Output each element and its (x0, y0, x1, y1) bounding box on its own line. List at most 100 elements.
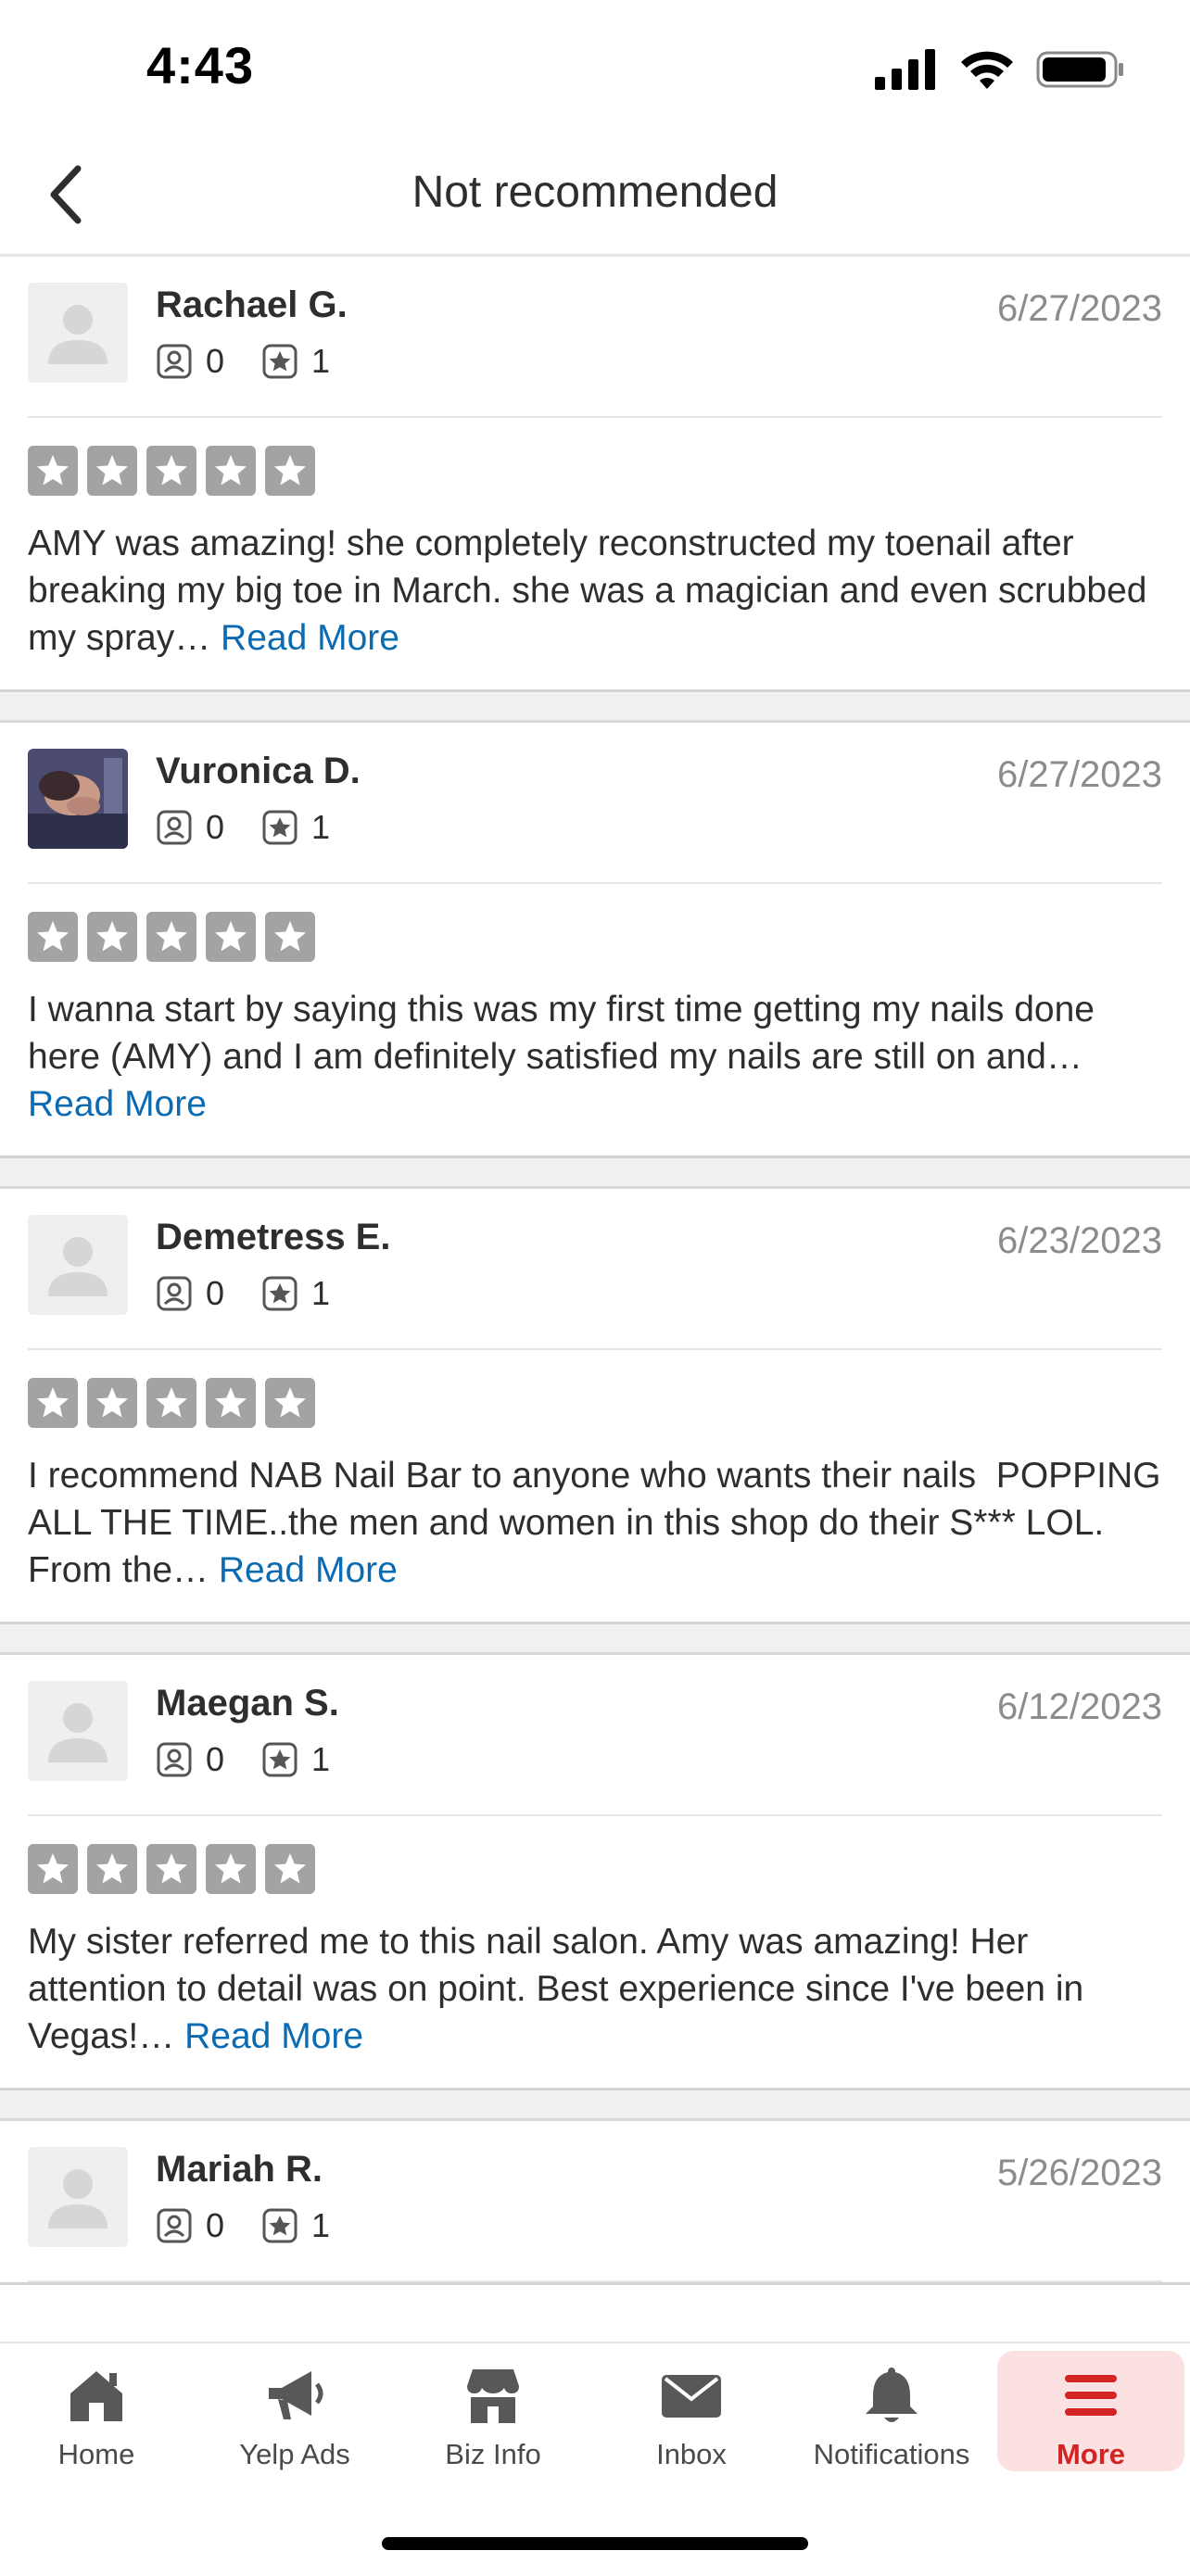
review-card[interactable]: Demetress E. 6/23/2023 0 1 I recommend N… (0, 1189, 1190, 1624)
default-user-icon (48, 1237, 108, 1296)
status-time: 4:43 (146, 36, 255, 95)
star-icon (265, 446, 315, 496)
read-more-link[interactable]: Read More (184, 2016, 363, 2056)
star-icon (28, 1844, 78, 1894)
review-header: Vuronica D. 6/27/2023 0 1 (28, 723, 1162, 884)
review-count: 1 (311, 2206, 331, 2244)
star-rating (28, 1378, 1162, 1428)
tab-label: Inbox (656, 2438, 727, 2470)
review-header: Mariah R. 5/26/2023 0 1 (28, 2121, 1162, 2282)
tab-yelp-ads[interactable]: Yelp Ads (202, 2351, 387, 2471)
review-card[interactable]: Mariah R. 5/26/2023 0 1 (0, 2121, 1190, 2285)
reviewer-stats: 0 1 (156, 1740, 367, 1779)
separator (0, 1624, 1190, 1655)
friend-count: 0 (206, 2206, 225, 2244)
menu-icon (1054, 2362, 1128, 2429)
review-count: 1 (311, 1274, 331, 1312)
read-more-link[interactable]: Read More (219, 1550, 398, 1590)
friends-icon (157, 1276, 192, 1311)
star-icon (206, 446, 256, 496)
review-card[interactable]: Rachael G. 6/27/2023 0 1 AMY was amazing… (0, 257, 1190, 692)
star-icon (87, 446, 137, 496)
battery-icon (1036, 51, 1123, 88)
review-count-icon (262, 344, 298, 379)
review-date: 6/23/2023 (997, 1220, 1162, 1261)
tab-inbox[interactable]: Inbox (599, 2351, 784, 2471)
reviewer-stats: 0 1 (156, 1274, 367, 1313)
review-text: I recommend NAB Nail Bar to anyone who w… (28, 1452, 1162, 1622)
review-list[interactable]: Rachael G. 6/27/2023 0 1 AMY was amazing… (0, 257, 1190, 2342)
friend-count: 0 (206, 342, 225, 380)
tab-more[interactable]: More (997, 2351, 1184, 2471)
review-body: AMY was amazing! she completely reconstr… (28, 524, 1147, 658)
reviewer-name[interactable]: Mariah R. (156, 2149, 323, 2191)
friend-count: 0 (206, 808, 225, 846)
navigation-bar: Not recommended (0, 139, 1190, 257)
tab-home[interactable]: Home (4, 2351, 189, 2471)
tab-label: More (1056, 2438, 1126, 2470)
star-icon (146, 1844, 196, 1894)
tab-label: Home (57, 2438, 135, 2470)
avatar[interactable] (28, 2147, 128, 2247)
review-text: My sister referred me to this nail salon… (28, 1918, 1162, 2088)
separator (0, 2090, 1190, 2121)
reviewer-name[interactable]: Vuronica D. (156, 751, 361, 792)
star-icon (28, 912, 78, 962)
reviewer-name[interactable]: Rachael G. (156, 284, 348, 326)
star-icon (206, 1378, 256, 1428)
friends-icon (157, 2208, 192, 2243)
review-body: I recommend NAB Nail Bar to anyone who w… (28, 1456, 1170, 1590)
star-icon (28, 446, 78, 496)
status-icons (875, 48, 1125, 91)
star-icon (206, 1844, 256, 1894)
review-card[interactable]: Vuronica D. 6/27/2023 0 1 I wanna start … (0, 723, 1190, 1158)
read-more-link[interactable]: Read More (28, 1084, 207, 1124)
review-count-icon (262, 1276, 298, 1311)
separator (0, 692, 1190, 723)
avatar[interactable] (28, 1681, 128, 1781)
reviewer-stats: 0 1 (156, 2206, 367, 2245)
avatar[interactable] (28, 1215, 128, 1315)
review-count: 1 (311, 342, 331, 380)
star-icon (87, 1844, 137, 1894)
default-user-icon (48, 2169, 108, 2229)
read-more-link[interactable]: Read More (221, 618, 399, 658)
friends-icon (157, 810, 192, 845)
star-icon (265, 1844, 315, 1894)
tab-biz-info[interactable]: Biz Info (400, 2351, 586, 2471)
avatar[interactable] (28, 749, 128, 849)
status-bar: 4:43 (0, 0, 1190, 139)
default-user-icon (48, 1703, 108, 1762)
review-count-icon (262, 1742, 298, 1777)
review-header: Demetress E. 6/23/2023 0 1 (28, 1189, 1162, 1350)
reviewer-stats: 0 1 (156, 342, 367, 381)
user-photo (28, 749, 128, 849)
friends-icon (157, 1742, 192, 1777)
review-header: Maegan S. 6/12/2023 0 1 (28, 1655, 1162, 1816)
star-icon (146, 1378, 196, 1428)
star-icon (265, 912, 315, 962)
reviewer-name[interactable]: Maegan S. (156, 1683, 339, 1724)
review-date: 6/27/2023 (997, 288, 1162, 329)
review-card[interactable]: Maegan S. 6/12/2023 0 1 My sister referr… (0, 1655, 1190, 2090)
friend-count: 0 (206, 1274, 225, 1312)
reviewer-name[interactable]: Demetress E. (156, 1217, 390, 1258)
star-icon (206, 912, 256, 962)
avatar[interactable] (28, 283, 128, 383)
star-rating (28, 912, 1162, 962)
review-count-icon (262, 2208, 298, 2243)
review-date: 6/12/2023 (997, 1686, 1162, 1727)
star-icon (146, 912, 196, 962)
star-rating (28, 446, 1162, 496)
review-body: I wanna start by saying this was my firs… (28, 990, 1095, 1077)
review-text: I wanna start by saying this was my firs… (28, 986, 1162, 1155)
separator (0, 1158, 1190, 1189)
star-icon (146, 446, 196, 496)
tab-notifications[interactable]: Notifications (799, 2351, 984, 2471)
review-date: 6/27/2023 (997, 754, 1162, 795)
star-icon (87, 912, 137, 962)
home-indicator[interactable] (382, 2537, 808, 2550)
review-date: 5/26/2023 (997, 2153, 1162, 2193)
reviewer-stats: 0 1 (156, 808, 367, 847)
review-count: 1 (311, 1740, 331, 1778)
